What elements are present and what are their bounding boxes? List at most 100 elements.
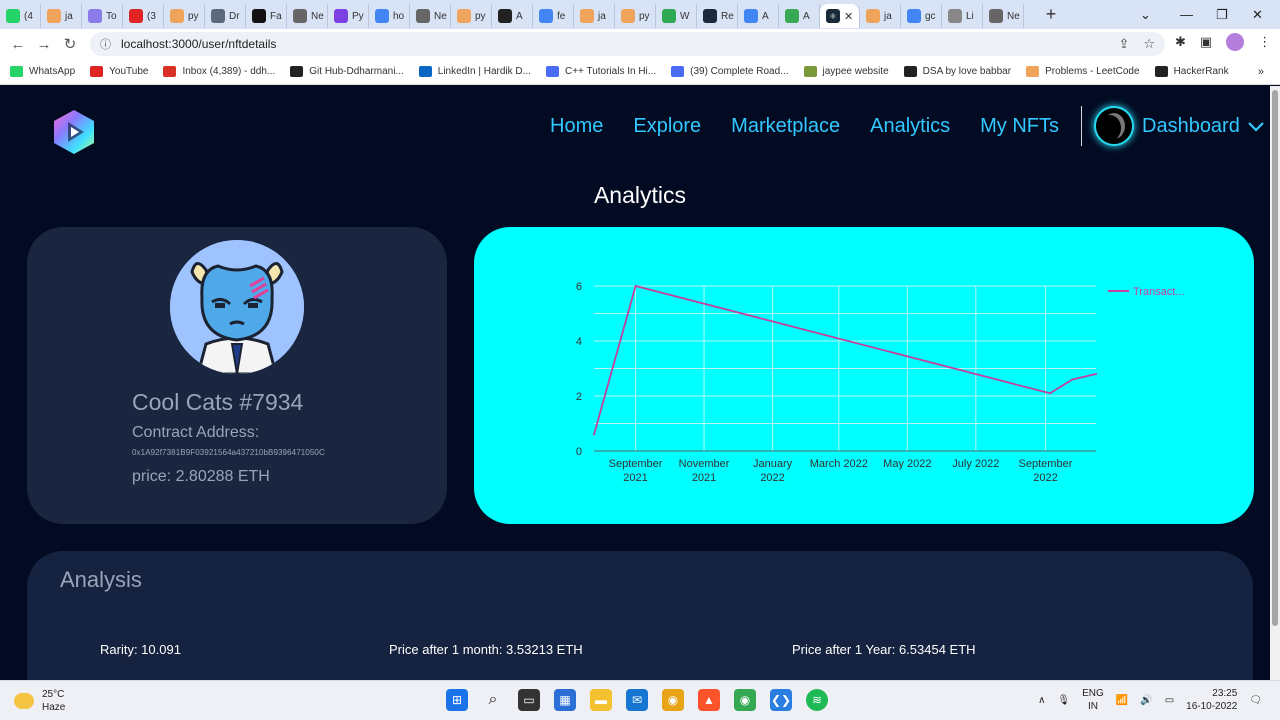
close-tab-icon[interactable]: ✕ — [844, 10, 853, 23]
spotify-icon[interactable]: ≋ — [806, 689, 828, 711]
browser-tab-3[interactable]: (3 — [123, 4, 164, 28]
bookmark-item[interactable]: Problems - LeetCode — [1026, 66, 1140, 77]
browser-tab-16[interactable]: W — [656, 4, 697, 28]
task-view-icon[interactable]: ▭ — [518, 689, 540, 711]
site-info-icon[interactable]: ⓘ — [100, 36, 111, 52]
browser-tab-6[interactable]: Fa — [246, 4, 287, 28]
bookmark-item[interactable]: WhatsApp — [10, 66, 75, 77]
url-input[interactable]: ⓘ localhost:3000/user/nftdetails ⇪ ☆ — [90, 32, 1165, 56]
nft-name: Cool Cats #7934 — [132, 389, 304, 415]
nav-analytics-link[interactable]: Analytics — [870, 115, 950, 138]
profile-avatar[interactable] — [1226, 33, 1245, 51]
tab-label: ja — [65, 10, 73, 22]
browser-tab-right-0[interactable]: ja — [860, 4, 901, 28]
x-tick-label: September — [1019, 458, 1073, 470]
back-icon[interactable]: ← — [5, 36, 31, 53]
user-avatar[interactable] — [1094, 106, 1134, 146]
browser-tab-1[interactable]: ja — [41, 4, 82, 28]
side-panel-icon[interactable]: ▣ — [1200, 34, 1212, 50]
dashboard-menu[interactable]: Dashboard — [1142, 115, 1264, 138]
bookmark-item[interactable]: (39) Complete Road... — [671, 66, 789, 77]
nav-marketplace-link[interactable]: Marketplace — [731, 115, 840, 138]
tab-search-icon[interactable]: ⌄ — [1140, 0, 1151, 29]
x-tick-label-year: 2021 — [692, 472, 716, 484]
tab-label: ja — [884, 10, 892, 22]
bookmark-star-icon[interactable]: ☆ — [1143, 36, 1155, 52]
bookmark-item[interactable]: HackerRank — [1154, 66, 1229, 77]
browser-menu-icon[interactable]: ⋮ — [1258, 34, 1271, 50]
tab-favicon-icon — [252, 9, 266, 23]
file-explorer-icon[interactable]: ▬ — [590, 689, 612, 711]
brave-icon[interactable]: ▲ — [698, 689, 720, 711]
notifications-icon[interactable]: 🗨 — [1249, 695, 1262, 706]
scrollbar-thumb[interactable] — [1272, 90, 1278, 626]
browser-tab-right-3[interactable]: Ne — [983, 4, 1024, 28]
browser-tab-4[interactable]: py — [164, 4, 205, 28]
extensions-icon[interactable]: ✱ — [1175, 34, 1186, 50]
series-point — [1071, 378, 1074, 381]
browser-tab-13[interactable]: fe — [533, 4, 574, 28]
x-tick-label-year: 2022 — [1033, 472, 1057, 484]
browser-tab-right-1[interactable]: gc — [901, 4, 942, 28]
bookmark-item[interactable]: C++ Tutorials In Hi... — [545, 66, 656, 77]
windows-start-icon[interactable]: ⊞ — [446, 689, 468, 711]
react-icon: ⚛ — [826, 9, 840, 23]
language-indicator[interactable]: ENG IN — [1082, 687, 1104, 713]
chrome-profile-icon[interactable]: ◉ — [734, 689, 756, 711]
close-window-button[interactable]: ✕ — [1252, 0, 1263, 29]
bookmark-item[interactable]: DSA by love babbar — [903, 66, 1011, 77]
store-icon[interactable]: ▦ — [554, 689, 576, 711]
bookmark-item[interactable]: LinkedIn | Hardik D... — [418, 66, 531, 77]
bookmark-label: YouTube — [109, 66, 149, 77]
browser-tab-18[interactable]: A — [738, 4, 779, 28]
weather-widget[interactable]: 25°C Haze — [14, 688, 65, 714]
mail-icon[interactable]: ✉ — [626, 689, 648, 711]
bookmark-item[interactable]: jaypee website — [803, 66, 889, 77]
wifi-icon[interactable]: 📶 — [1116, 695, 1128, 706]
share-icon[interactable]: ⇪ — [1118, 36, 1129, 52]
browser-tab-9[interactable]: ho — [369, 4, 410, 28]
app-logo-icon[interactable] — [52, 108, 96, 156]
microphone-icon[interactable]: 🎙 — [1057, 695, 1070, 706]
browser-tab-19[interactable]: A — [779, 4, 820, 28]
browser-tab-active[interactable]: ⚛ ✕ — [820, 4, 860, 28]
maximize-button[interactable]: ❐ — [1216, 0, 1228, 29]
browser-tab-14[interactable]: ja — [574, 4, 615, 28]
browser-tab-11[interactable]: py — [451, 4, 492, 28]
system-clock[interactable]: 23:25 16-10-2022 — [1186, 687, 1237, 713]
x-tick-label: January — [753, 458, 793, 470]
volume-icon[interactable]: 🔊 — [1140, 695, 1152, 706]
vscode-icon[interactable]: ❮❯ — [770, 689, 792, 711]
main-nav: Home Explore Marketplace Analytics My NF… — [550, 115, 1059, 138]
browser-tab-2[interactable]: To — [82, 4, 123, 28]
forward-icon[interactable]: → — [31, 36, 57, 53]
nav-explore-link[interactable]: Explore — [633, 115, 701, 138]
new-tab-button[interactable]: + — [1038, 4, 1064, 25]
nav-home-link[interactable]: Home — [550, 115, 603, 138]
chrome-icon[interactable]: ◉ — [662, 689, 684, 711]
search-icon[interactable]: ⌕ — [482, 689, 504, 711]
page-scrollbar[interactable] — [1270, 86, 1280, 680]
browser-tab-right-2[interactable]: Li — [942, 4, 983, 28]
minimize-button[interactable]: — — [1180, 0, 1193, 29]
browser-tab-12[interactable]: A — [492, 4, 533, 28]
browser-tab-7[interactable]: Ne — [287, 4, 328, 28]
reload-icon[interactable]: ↻ — [57, 35, 83, 53]
browser-tab-5[interactable]: Dr — [205, 4, 246, 28]
bookmark-item[interactable]: Inbox (4,389) - ddh... — [163, 66, 275, 77]
browser-tab-8[interactable]: Py — [328, 4, 369, 28]
browser-tab-15[interactable]: py — [615, 4, 656, 28]
battery-icon[interactable]: ▭ — [1165, 695, 1174, 706]
browser-tab-10[interactable]: Ne — [410, 4, 451, 28]
browser-tab-0[interactable]: (4 — [0, 4, 41, 28]
more-bookmarks-icon[interactable]: » — [1258, 66, 1264, 78]
bookmark-label: Git Hub-Ddharmani... — [309, 66, 404, 77]
bookmark-item[interactable]: Git Hub-Ddharmani... — [290, 66, 404, 77]
bookmark-item[interactable]: YouTube — [90, 66, 148, 77]
browser-tab-17[interactable]: Re — [697, 4, 738, 28]
tab-label: Li — [966, 10, 974, 22]
nav-my-nfts-link[interactable]: My NFTs — [980, 115, 1059, 138]
y-tick-label: 0 — [576, 446, 582, 458]
tray-overflow-icon[interactable]: ∧ — [1038, 695, 1045, 706]
bookmarks-bar: WhatsApp YouTube Inbox (4,389) - ddh... Git… — [0, 59, 1280, 85]
